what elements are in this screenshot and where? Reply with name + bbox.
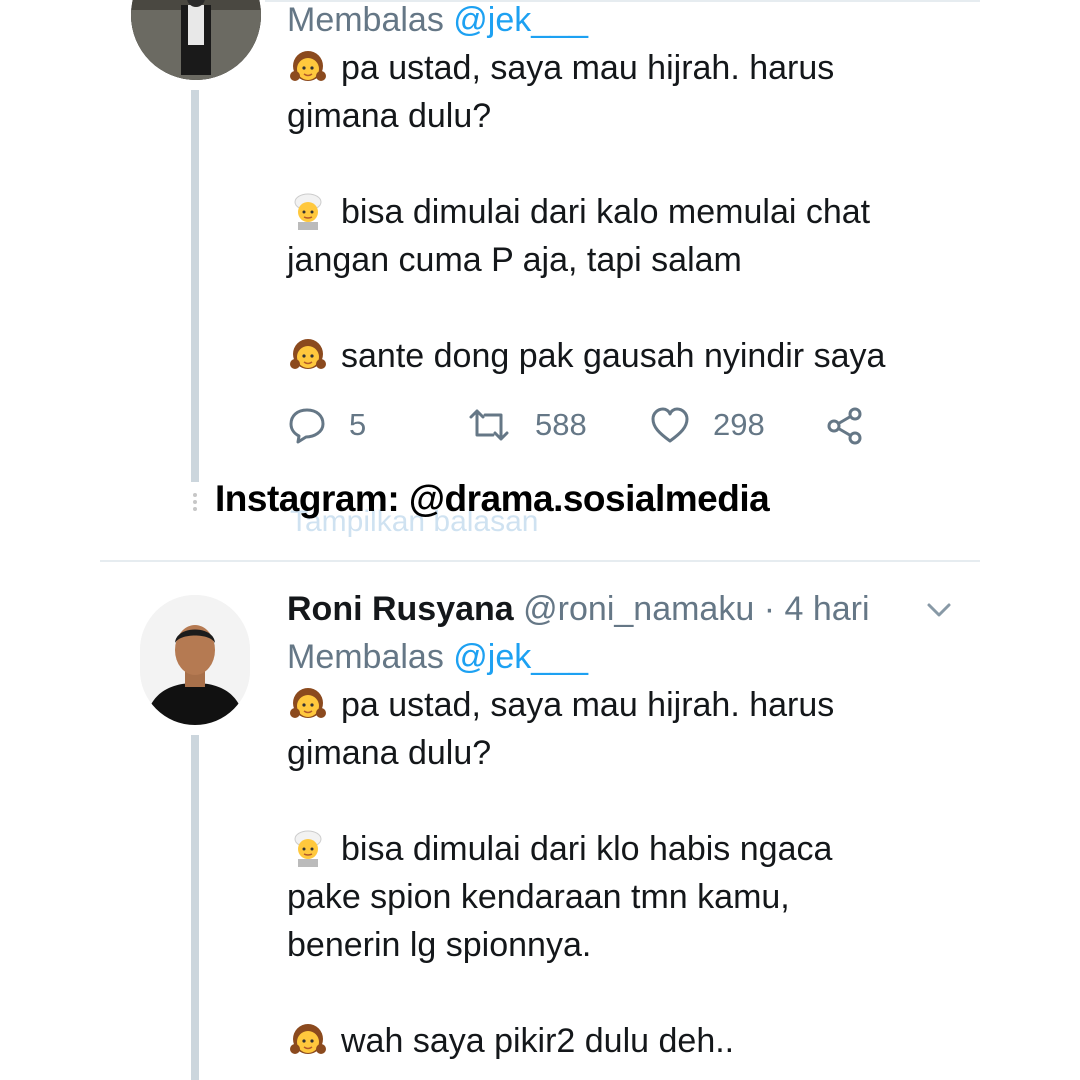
tweet-line: pa ustad, saya mau hijrah. harus [287,44,967,92]
tweet-line: pake spion kendaraan tmn kamu, [287,878,790,916]
girl-emoji-icon [287,336,329,374]
tweet-line-blank [287,969,967,1017]
share-icon [825,405,867,445]
replying-to: Membalas @jek___ [287,638,588,676]
reply-icon [287,405,327,445]
tweet-line-blank [287,777,967,825]
heart-icon [649,405,691,445]
user-name[interactable]: Roni Rusyana [287,590,514,628]
thread-line [191,735,199,1080]
user-handle[interactable]: @roni_namaku [523,590,754,628]
share-button[interactable] [825,405,867,445]
like-count: 298 [713,407,765,442]
tweet-line: gimana dulu? [287,734,492,772]
replying-to: Membalas @jek___ [287,1,588,39]
reply-count: 5 [349,407,367,442]
tweet-divider [100,560,980,562]
tweet-line-blank [287,140,967,188]
tweet-line-blank [287,284,967,332]
girl-emoji-icon [287,685,329,723]
avatar[interactable] [140,595,250,725]
tweet-menu-button[interactable] [925,600,953,625]
tweet-line: gimana dulu? [287,97,492,135]
tweet-line: wah saya pikir2 dulu deh.. [287,1017,967,1065]
tweet-line: jangan cuma P aja, tapi salam [287,241,742,279]
tweet-line: bisa dimulai dari klo habis ngaca [287,825,967,873]
like-button[interactable]: 298 [649,405,765,445]
header-separator: · [754,590,785,628]
tweet-line: pa ustad, saya mau hijrah. harus [287,681,967,729]
tweet-time[interactable]: 4 hari [784,590,869,628]
tweet-line: bisa dimulai dari kalo memulai chat [287,188,967,236]
replying-handle-link[interactable]: @jek___ [453,638,588,676]
man-with-turban-emoji-icon [287,829,329,867]
reply-button[interactable]: 5 [287,405,366,445]
man-with-turban-emoji-icon [287,192,329,230]
girl-emoji-icon [287,1021,329,1059]
retweet-icon [465,405,513,445]
retweet-button[interactable]: 588 [465,405,587,445]
tweet-reply-1[interactable]: Membalas @jek___ pa ustad, saya mau hijr… [287,0,967,380]
avatar[interactable] [131,0,261,80]
chevron-down-icon [925,603,953,624]
retweet-count: 588 [535,407,587,442]
tweet-actions: 5 588 298 [287,405,887,455]
instagram-watermark: Instagram: @drama.sosialmedia [215,478,770,519]
tweet-reply-2[interactable]: Roni Rusyana @roni_namaku · 4 hari Memba… [287,585,967,1065]
tweet-line: sante dong pak gausah nyindir saya [287,332,967,380]
tweet-line: benerin lg spionnya. [287,926,592,964]
tweet-body: pa ustad, saya mau hijrah. harus gimana … [287,44,967,380]
replying-handle-link[interactable]: @jek___ [453,1,588,39]
tweet-body: pa ustad, saya mau hijrah. harus gimana … [287,681,967,1065]
girl-emoji-icon [287,48,329,86]
thread-line [191,90,199,482]
tweet-header: Roni Rusyana @roni_namaku · 4 hari [287,585,967,633]
more-replies-dots [190,490,200,514]
